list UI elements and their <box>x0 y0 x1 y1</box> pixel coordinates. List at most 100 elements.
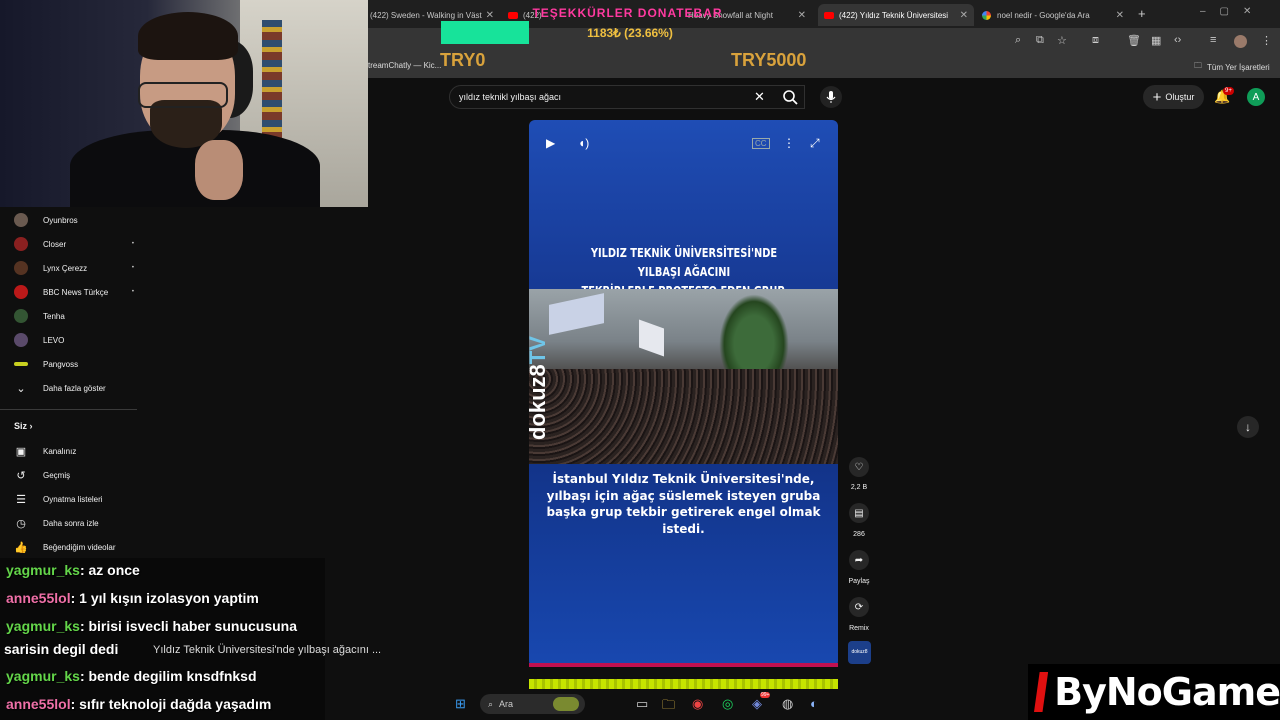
task-view-icon[interactable]: ▭ <box>636 696 648 712</box>
sidebar-item-channel[interactable]: ▣ Kanalınız <box>14 442 134 460</box>
all-bookmarks-label: Tüm Yer İşaretleri <box>1207 62 1270 72</box>
news-photo <box>529 289 838 464</box>
show-more-button[interactable]: ⌄ Daha fazla göster <box>14 379 134 397</box>
spotify-icon[interactable]: ◎ <box>722 696 733 712</box>
mic-icon <box>826 91 836 103</box>
sidebar-label: Beğendiğim videolar <box>43 542 116 552</box>
heart-icon: ♡ <box>854 461 864 473</box>
search-icon: ⌕ <box>488 698 494 709</box>
remix-icon: ⟳ <box>854 601 864 613</box>
folder-icon: 🗀 <box>1194 61 1202 70</box>
channel-avatar <box>14 285 28 299</box>
chat-text: : 1 yıl kışın izolasyon yaptim <box>70 590 259 606</box>
voice-search-button[interactable] <box>820 86 842 108</box>
create-button[interactable]: + Oluştur <box>1143 85 1204 109</box>
reading-list-icon[interactable]: ≡ <box>1210 34 1216 46</box>
bookmark-star-icon[interactable]: ☆ <box>1057 34 1067 47</box>
sidebar-sub-tenha[interactable]: Tenha <box>14 307 134 325</box>
logo-text: ByNoGame <box>1054 670 1280 714</box>
like-button[interactable]: ♡ <box>849 457 869 477</box>
sidebar-sub-closer[interactable]: Closer • <box>14 235 134 253</box>
live-dot-icon: • <box>131 265 134 271</box>
search-box[interactable]: yıldız teknikl yılbaşı ağacı <box>449 85 805 109</box>
sidebar-item-watch-later[interactable]: ◷ Daha sonra izle <box>14 514 134 532</box>
account-avatar[interactable]: A <box>1247 88 1265 106</box>
devtools-icon[interactable]: ‹› <box>1174 34 1181 46</box>
steam-icon[interactable]: ◐ <box>810 696 818 711</box>
plus-icon: + <box>1152 88 1162 106</box>
arrow-down-icon: ↓ <box>1245 420 1251 434</box>
history-icon: ↺ <box>16 469 26 482</box>
profile-avatar[interactable] <box>1234 35 1247 48</box>
discord-icon[interactable]: ◈ <box>752 696 762 712</box>
chat-text: : birisi isvecli haber sunucusuna <box>79 618 298 634</box>
sidebar-item-liked[interactable]: 👍 Beğendiğim videolar <box>14 538 134 556</box>
search-button[interactable] <box>778 85 804 109</box>
sidebar-sub-bbc[interactable]: BBC News Türkçe • <box>14 283 134 301</box>
extensions-icon[interactable]: ⧈ <box>1092 34 1099 47</box>
remix-label: Remix <box>849 625 869 632</box>
tab-google[interactable]: noel nedir - Google'da Ara ✕ <box>976 4 1130 26</box>
sidebar-label: Geçmiş <box>43 470 71 480</box>
channel-avatar <box>14 309 28 323</box>
window-controls[interactable]: –▢✕ <box>1200 6 1265 17</box>
donation-title: TEŞEKKÜRLER DONATEBAR <box>532 6 723 20</box>
chat-text: : bende degilim knsdfnksd <box>79 668 257 684</box>
volume-icon[interactable]: ◖) <box>578 136 589 150</box>
sidebar-divider <box>0 409 137 410</box>
comments-count: 286 <box>853 531 865 538</box>
chat-message: yagmur_ks: bende degilim knsdfnksd <box>6 668 257 684</box>
video-progress-bar[interactable] <box>529 663 838 667</box>
chevron-right-icon: › <box>29 421 33 431</box>
tab-title: noel nedir - Google'da Ara <box>997 10 1090 20</box>
sidebar-sub-oyunbros[interactable]: Oyunbros <box>14 211 134 229</box>
search-input[interactable]: yıldız teknikl yılbaşı ağacı <box>459 92 561 102</box>
share-button[interactable]: ➦ <box>849 550 869 570</box>
sidebar-sub-pangvoss[interactable]: Pangvoss <box>14 355 134 373</box>
grid-icon[interactable]: ▦ <box>1151 34 1161 47</box>
all-bookmarks[interactable]: 🗀 Tüm Yer İşaretleri <box>1194 60 1270 74</box>
remix-button[interactable]: ⟳ <box>849 597 869 617</box>
bookmark-streamchatly[interactable]: treamChatly — Kic... <box>368 61 441 70</box>
windows-start-icon[interactable]: ⊞ <box>455 696 466 712</box>
clear-search-icon[interactable]: ✕ <box>754 89 765 105</box>
next-video-button[interactable]: ↓ <box>1237 416 1259 438</box>
close-icon[interactable]: ✕ <box>1116 10 1124 21</box>
bynogame-mark-icon <box>1034 672 1049 712</box>
obs-icon[interactable]: ◍ <box>782 696 793 712</box>
channel-thumbnail[interactable]: dokuz8 <box>848 641 871 664</box>
live-dot-icon: • <box>131 289 134 295</box>
zoom-icon[interactable]: ⌕ <box>1015 34 1021 47</box>
taskbar-search[interactable]: ⌕ Ara <box>480 694 585 714</box>
trash-icon[interactable]: 🗑 <box>1127 34 1141 47</box>
show-more-label: Daha fazla göster <box>43 383 106 393</box>
sidebar-sub-lynx[interactable]: Lynx Çerezz • <box>14 259 134 277</box>
more-options-icon[interactable]: ⋮ <box>783 136 795 150</box>
sidebar-item-playlists[interactable]: ☰ Oynatma listeleri <box>14 490 134 508</box>
chevron-down-icon: ⌄ <box>16 382 26 395</box>
chat-text: : az once <box>79 562 140 578</box>
new-tab-button[interactable]: + <box>1138 6 1146 21</box>
install-icon[interactable]: ⧉ <box>1036 34 1044 47</box>
watermark-tv: TV <box>525 336 550 365</box>
comment-icon: ▤ <box>854 507 864 519</box>
file-explorer-icon[interactable]: 🗀 <box>662 696 675 718</box>
chrome-icon[interactable]: ◉ <box>692 696 703 712</box>
sidebar-item-history[interactable]: ↺ Geçmiş <box>14 466 134 484</box>
search-icon <box>783 90 798 105</box>
play-icon[interactable]: ▶ <box>546 136 555 150</box>
chat-message: anne55lol: sıfır teknoloji dağda yaşadım <box>6 696 271 712</box>
channel-avatar <box>14 333 28 347</box>
headline-line-1: YILDIZ TEKNİK ÜNİVERSİTESİ'NDE YILBAŞI A… <box>590 246 778 279</box>
watch-later-icon: ◷ <box>16 517 26 530</box>
comments-button[interactable]: ▤ <box>849 503 869 523</box>
close-icon[interactable]: ✕ <box>960 10 968 21</box>
tab-yildiz[interactable]: (422) Yıldız Teknik Üniversitesi ✕ <box>818 4 974 26</box>
you-section-title[interactable]: Siz › <box>14 421 33 431</box>
captions-icon[interactable]: CC <box>752 138 770 149</box>
fullscreen-icon[interactable]: ⤢ <box>810 136 820 151</box>
sidebar-label: Daha sonra izle <box>43 518 99 528</box>
sidebar-sub-levo[interactable]: LEVO <box>14 331 134 349</box>
chat-text: : sıfır teknoloji dağda yaşadım <box>70 696 272 712</box>
menu-icon[interactable]: ⋮ <box>1261 34 1272 47</box>
